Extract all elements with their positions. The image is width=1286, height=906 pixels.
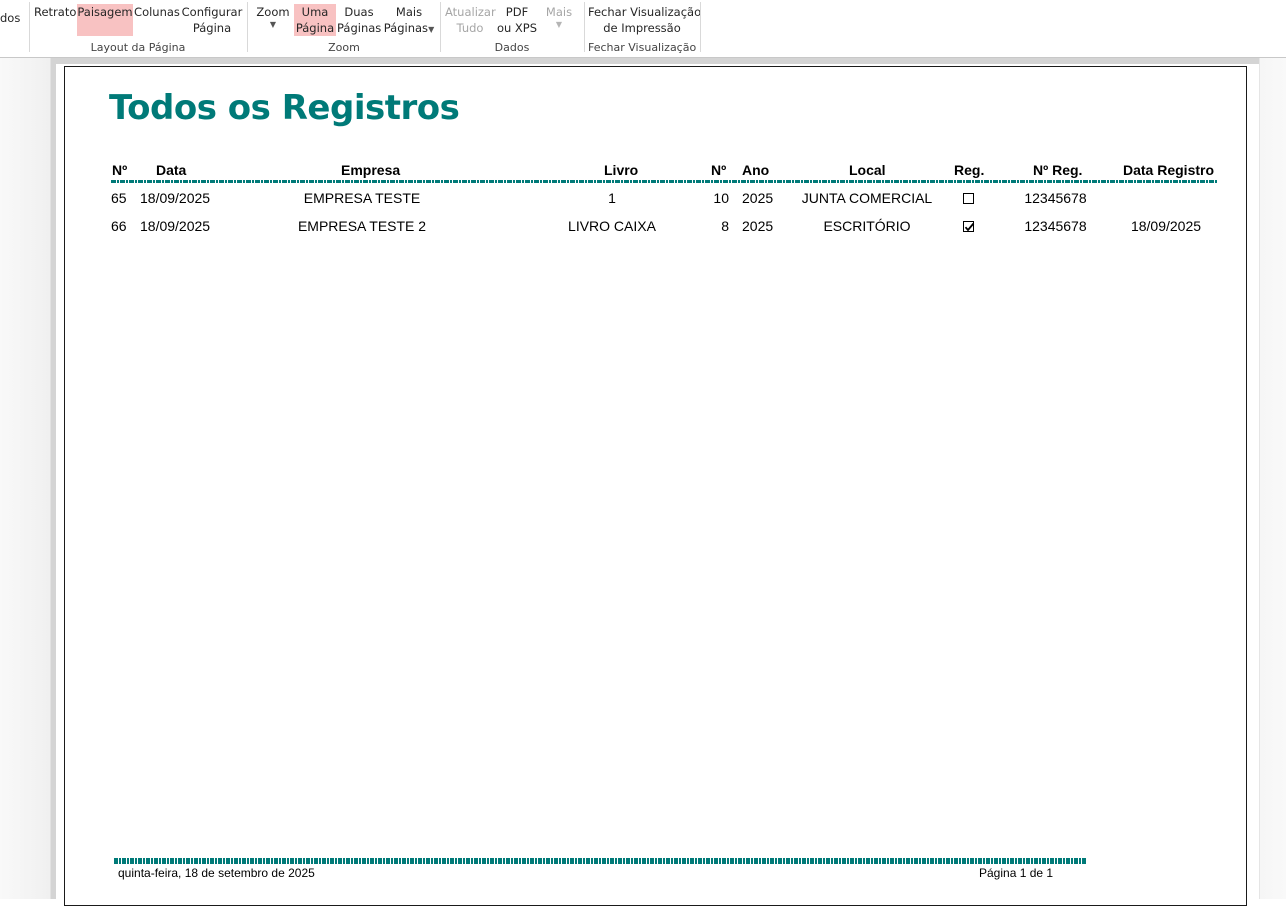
mais-dados-button[interactable]: Mais ▼ bbox=[540, 4, 578, 36]
atualizar-label-2: Tudo bbox=[456, 21, 484, 35]
reg-checkbox bbox=[963, 221, 975, 232]
cell-empresa: EMPRESA TESTE bbox=[303, 190, 421, 206]
chevron-down-icon: ▼ bbox=[269, 20, 277, 29]
pdf-xps-button[interactable]: PDF ou XPS bbox=[496, 4, 538, 36]
footer-divider bbox=[114, 858, 1086, 864]
ribbon: dos Retrato Paisagem Colunas Configurar … bbox=[0, 0, 1286, 58]
ribbon-separator bbox=[440, 2, 441, 52]
chevron-down-icon: ▼ bbox=[555, 20, 563, 29]
ribbon-separator bbox=[584, 2, 585, 52]
configurar-pagina-button[interactable]: Configurar Página bbox=[181, 4, 243, 36]
pdf-label-1: PDF bbox=[505, 5, 529, 19]
uma-pagina-button[interactable]: Uma Página bbox=[294, 4, 336, 36]
duas-label-1: Duas bbox=[344, 5, 374, 19]
col-header-livro: Livro bbox=[604, 162, 639, 178]
colunas-button[interactable]: Colunas bbox=[134, 4, 180, 36]
retrato-label: Retrato bbox=[34, 5, 77, 19]
cell-num: 65 bbox=[111, 190, 127, 206]
cell-ano: 2025 bbox=[742, 218, 774, 234]
col-header-reg: Reg. bbox=[954, 162, 985, 178]
col-header-num-reg: Nº Reg. bbox=[1033, 162, 1083, 178]
report-title: Todos os Registros bbox=[109, 88, 460, 128]
col-header-local: Local bbox=[849, 162, 886, 178]
fechar-label-2: de Impressão bbox=[603, 21, 681, 35]
mais-paginas-label-1: Mais bbox=[395, 5, 423, 19]
mais-paginas-button[interactable]: Mais Páginas▼ bbox=[382, 4, 436, 36]
duas-paginas-button[interactable]: Duas Páginas bbox=[337, 4, 381, 36]
cell-data: 18/09/2025 bbox=[140, 218, 211, 234]
col-header-data: Data bbox=[156, 162, 187, 178]
retrato-button[interactable]: Retrato bbox=[34, 4, 76, 36]
cell-data: 18/09/2025 bbox=[140, 190, 211, 206]
ribbon-cut-button[interactable]: dos bbox=[0, 10, 20, 26]
configurar-label-1: Configurar bbox=[181, 5, 243, 19]
uma-label-1: Uma bbox=[301, 5, 329, 19]
atualizar-tudo-button[interactable]: Atualizar Tudo bbox=[445, 4, 496, 36]
reg-checkbox bbox=[963, 193, 974, 204]
paisagem-label: Paisagem bbox=[77, 5, 133, 19]
cell-livro: LIVRO CAIXA bbox=[568, 218, 656, 234]
fechar-group-label: Fechar Visualização bbox=[588, 41, 697, 54]
uma-label-2: Página bbox=[295, 21, 335, 35]
fechar-visualizacao-button[interactable]: Fechar Visualização de Impressão bbox=[588, 4, 702, 36]
footer-page-number: Página 1 de 1 bbox=[979, 866, 1054, 880]
cell-num-reg: 12345678 bbox=[1024, 218, 1087, 234]
pdf-label-2: ou XPS bbox=[496, 21, 538, 35]
col-header-num2: Nº bbox=[711, 162, 727, 178]
fechar-label-1: Fechar Visualização bbox=[588, 5, 702, 19]
ribbon-separator bbox=[700, 2, 701, 52]
colunas-label: Colunas bbox=[134, 5, 180, 19]
col-header-data-registro: Data Registro bbox=[1123, 162, 1215, 178]
paisagem-button[interactable]: Paisagem bbox=[77, 4, 133, 36]
cell-num: 66 bbox=[111, 218, 127, 234]
mais-paginas-label-2: Páginas bbox=[383, 21, 429, 35]
zoom-group-label: Zoom bbox=[328, 41, 360, 54]
cell-num2: 10 bbox=[713, 190, 729, 206]
atualizar-label-1: Atualizar bbox=[445, 5, 496, 19]
col-header-num: Nº bbox=[112, 162, 128, 178]
cell-ano: 2025 bbox=[742, 190, 774, 206]
col-header-ano: Ano bbox=[742, 162, 770, 178]
ribbon-separator bbox=[29, 2, 30, 52]
configurar-label-2: Página bbox=[192, 21, 232, 35]
dados-group-label: Dados bbox=[494, 41, 530, 54]
cell-local: ESCRITÓRIO bbox=[823, 218, 911, 234]
cell-num-reg: 12345678 bbox=[1024, 190, 1087, 206]
header-divider bbox=[111, 180, 1217, 183]
layout-group-label: Layout da Página bbox=[90, 41, 186, 54]
cell-data-registro: 18/09/2025 bbox=[1130, 218, 1202, 234]
mais-dados-label: Mais bbox=[545, 5, 573, 19]
cell-livro: 1 bbox=[608, 190, 616, 206]
cell-empresa: EMPRESA TESTE 2 bbox=[297, 218, 427, 234]
checkmark-icon bbox=[964, 222, 975, 232]
chevron-down-icon: ▼ bbox=[428, 25, 435, 34]
col-header-empresa: Empresa bbox=[341, 162, 401, 178]
zoom-label: Zoom bbox=[256, 5, 290, 19]
footer-date: quinta-feira, 18 de setembro de 2025 bbox=[118, 866, 315, 880]
duas-label-2: Páginas bbox=[337, 21, 382, 35]
zoom-button[interactable]: Zoom ▼ bbox=[252, 4, 294, 36]
cell-local: JUNTA COMERCIAL bbox=[801, 190, 933, 206]
cell-num2: 8 bbox=[721, 218, 729, 234]
ribbon-separator bbox=[247, 2, 248, 52]
